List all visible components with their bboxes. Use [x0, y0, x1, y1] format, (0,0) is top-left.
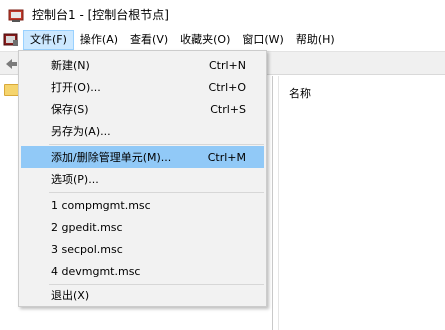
menu-help[interactable]: 帮助(H) [290, 30, 341, 50]
menu-item-label: 打开(O)... [51, 81, 101, 94]
menu-item-label: 新建(N) [51, 59, 90, 72]
menu-window[interactable]: 窗口(W) [236, 30, 289, 50]
menu-item-recent-3[interactable]: 3 secpol.msc [21, 238, 264, 260]
menu-item-label: 2 gpedit.msc [51, 220, 123, 234]
menu-action[interactable]: 操作(A) [74, 30, 124, 50]
menu-item-save-as[interactable]: 另存为(A)... [21, 120, 264, 142]
menu-favorites[interactable]: 收藏夹(O) [174, 30, 236, 50]
menu-separator [49, 192, 264, 193]
menu-item-label: 另存为(A)... [51, 125, 111, 138]
menu-item-shortcut: Ctrl+O [208, 80, 246, 94]
back-arrow-icon[interactable] [4, 57, 18, 71]
menu-item-label: 选项(P)... [51, 173, 99, 186]
menu-item-label: 退出(X) [51, 289, 90, 302]
title-bar: 控制台1 - [控制台根节点] [0, 0, 445, 30]
menu-item-label: 3 secpol.msc [51, 242, 123, 256]
menu-item-label: 添加/删除管理单元(M)... [51, 151, 172, 164]
console-icon[interactable] [3, 32, 19, 48]
window-title: 控制台1 - [控制台根节点] [32, 8, 169, 22]
menu-item-open[interactable]: 打开(O)... Ctrl+O [21, 76, 264, 98]
menu-item-recent-2[interactable]: 2 gpedit.msc [21, 216, 264, 238]
menu-item-shortcut: Ctrl+S [210, 102, 246, 116]
menu-bar: 文件(F) 操作(A) 查看(V) 收藏夹(O) 窗口(W) 帮助(H) [0, 30, 445, 50]
menu-item-save[interactable]: 保存(S) Ctrl+S [21, 98, 264, 120]
menu-item-new[interactable]: 新建(N) Ctrl+N [21, 54, 264, 76]
mmc-app-icon [8, 7, 24, 23]
menu-view[interactable]: 查看(V) [124, 30, 174, 50]
results-pane[interactable]: 名称 [278, 76, 445, 330]
menu-separator [49, 144, 264, 145]
menu-item-label: 4 devmgmt.msc [51, 264, 141, 278]
column-header-name[interactable]: 名称 [289, 85, 311, 101]
file-menu-dropdown: 新建(N) Ctrl+N 打开(O)... Ctrl+O 保存(S) Ctrl+… [18, 50, 267, 307]
menu-item-exit[interactable]: 退出(X) [21, 284, 264, 306]
menu-item-shortcut: Ctrl+M [207, 150, 246, 164]
menu-file[interactable]: 文件(F) [23, 30, 74, 50]
menu-item-recent-1[interactable]: 1 compmgmt.msc [21, 194, 264, 216]
menu-item-options[interactable]: 选项(P)... [21, 168, 264, 190]
menu-item-shortcut: Ctrl+N [208, 58, 246, 72]
menu-item-recent-4[interactable]: 4 devmgmt.msc [21, 260, 264, 282]
menu-item-label: 1 compmgmt.msc [51, 198, 151, 212]
menu-item-add-remove-snapin[interactable]: 添加/删除管理单元(M)... Ctrl+M [21, 146, 264, 168]
menu-item-label: 保存(S) [51, 103, 89, 116]
